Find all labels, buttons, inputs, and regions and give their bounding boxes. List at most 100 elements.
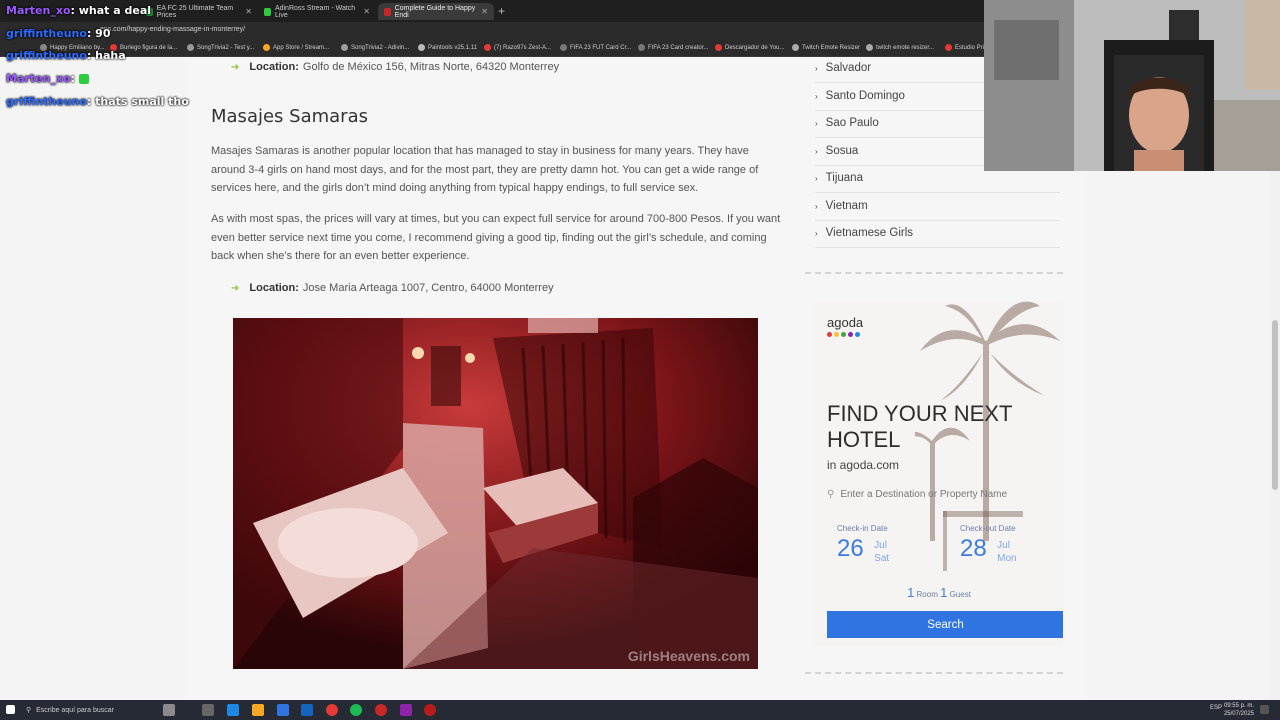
bookmark-item[interactable]: SongTrivia2 - Adivin... bbox=[341, 44, 409, 51]
article-paragraph: As with most spas, the prices will vary … bbox=[211, 213, 781, 262]
bookmark-favicon-icon bbox=[341, 44, 348, 51]
store-icon[interactable] bbox=[277, 704, 289, 716]
photo-watermark: GirlsHeavens.com bbox=[627, 648, 750, 664]
agoda-logo[interactable]: agoda bbox=[827, 315, 863, 330]
chat-text: : haha bbox=[86, 49, 126, 62]
sidebar-item-label: Salvador bbox=[825, 62, 872, 75]
chevron-right-icon: › bbox=[815, 91, 818, 101]
bookmark-item[interactable]: FIFA 23 FUT Card Cr... bbox=[560, 44, 631, 51]
app-icon[interactable] bbox=[424, 704, 436, 716]
clock-date: 25/07/2025 bbox=[1223, 711, 1254, 717]
chat-message: griffintheuno: 90 bbox=[6, 27, 110, 40]
obs-icon[interactable] bbox=[375, 704, 387, 716]
logo-dot bbox=[827, 332, 832, 337]
close-icon[interactable]: ✕ bbox=[363, 7, 370, 16]
search-icon: ⚲ bbox=[827, 489, 835, 500]
bookmark-item[interactable]: twitch emote resizer... bbox=[866, 44, 934, 51]
tab-ea-fc[interactable]: EA FC 25 Ultimate Team Prices ✕ bbox=[140, 3, 258, 20]
bookmark-item[interactable]: FIFA 23 Card creator... bbox=[638, 44, 708, 51]
bookmark-label: FIFA 23 FUT Card Cr... bbox=[570, 44, 632, 51]
checkin-month-weekday: Jul Sat bbox=[874, 539, 889, 565]
tab-complete-guide[interactable]: Complete Guide to Happy Endi ✕ bbox=[378, 3, 494, 20]
bookmark-label: Buriego figura de la... bbox=[120, 44, 178, 51]
chat-message: griffintheuno: haha bbox=[6, 49, 126, 62]
location-value: Jose Maria Arteaga 1007, Centro, 64000 M… bbox=[302, 282, 554, 294]
file-explorer-icon[interactable] bbox=[252, 704, 264, 716]
chat-username: Marten_xo bbox=[6, 4, 71, 17]
bookmark-item[interactable]: Descargador de You... bbox=[715, 44, 784, 51]
sidebar-item-vietnamese-girls[interactable]: › Vietnamese Girls bbox=[815, 220, 1060, 248]
scrollbar-thumb[interactable] bbox=[1272, 320, 1278, 490]
chat-text: : thats small tho bbox=[86, 95, 189, 108]
windows-start-icon[interactable] bbox=[6, 705, 15, 714]
checkin-day: 26 bbox=[837, 535, 864, 562]
chat-username: griffintheuno bbox=[6, 49, 87, 62]
bookmark-item[interactable]: App Store / Stream... bbox=[263, 44, 329, 51]
spa-room-photo: GirlsHeavens.com bbox=[233, 318, 758, 669]
taskbar-search-input[interactable]: ⚲ Escribe aquí para buscar bbox=[26, 700, 156, 720]
bookmark-item[interactable]: Paintools v25.1.11 bbox=[418, 44, 477, 51]
ad-subheadline: in agoda.com bbox=[827, 458, 900, 472]
bookmark-label: Estudio Pri bbox=[955, 44, 985, 51]
agoda-logo-dots bbox=[827, 332, 860, 337]
chat-username: Marten_xo bbox=[6, 72, 71, 85]
bookmark-favicon-icon bbox=[945, 44, 952, 51]
clock[interactable]: 09:55 p. m. 25/07/2025 bbox=[1224, 702, 1254, 718]
bookmark-favicon-icon bbox=[418, 44, 425, 51]
bookmark-label: twitch emote resizer... bbox=[876, 44, 935, 51]
twitch-icon[interactable] bbox=[400, 704, 412, 716]
bookmark-item[interactable]: Twitch Emote Resizer bbox=[792, 44, 860, 51]
sidebar-item-label: Santo Domingo bbox=[825, 90, 905, 103]
checkout-month-weekday: Jul Mon bbox=[997, 539, 1016, 565]
language-indicator[interactable]: ESP bbox=[1210, 705, 1222, 711]
bookmark-item[interactable]: Estudio Pri bbox=[945, 44, 984, 51]
close-icon[interactable]: ✕ bbox=[481, 7, 488, 16]
destination-placeholder: Enter a Destination or Property Name bbox=[840, 489, 1008, 500]
logo-dot bbox=[841, 332, 846, 337]
chevron-right-icon: › bbox=[815, 118, 818, 128]
bookmark-label: SongTrivia2 - Test y... bbox=[197, 44, 255, 51]
agoda-ad[interactable]: agoda FIND YOUR NEXT HOTEL in agoda.com … bbox=[815, 301, 1063, 647]
bookmark-favicon-icon bbox=[866, 44, 873, 51]
profile-icon[interactable] bbox=[163, 704, 175, 716]
ad-headline: FIND YOUR NEXT HOTEL bbox=[827, 401, 1012, 452]
outlook-icon[interactable] bbox=[301, 704, 313, 716]
tab-favicon-icon bbox=[384, 7, 391, 16]
tab-adinross[interactable]: AdinRoss Stream - Watch Live ✕ bbox=[258, 3, 376, 20]
notification-icon[interactable] bbox=[1260, 705, 1269, 714]
new-tab-icon[interactable]: + bbox=[498, 4, 505, 18]
chat-username: griffintheuno bbox=[6, 27, 87, 40]
sidebar-item-label: Vietnam bbox=[825, 200, 868, 213]
sidebar-item-vietnam[interactable]: › Vietnam bbox=[815, 193, 1060, 221]
chat-text: : bbox=[70, 72, 75, 85]
logo-dot bbox=[848, 332, 853, 337]
close-icon[interactable]: ✕ bbox=[245, 7, 252, 16]
destination-search-input[interactable]: ⚲ Enter a Destination or Property Name bbox=[827, 489, 1007, 500]
webcam-scene bbox=[984, 0, 1280, 171]
chevron-right-icon: › bbox=[815, 63, 818, 73]
bookmark-favicon-icon bbox=[792, 44, 799, 51]
url-text[interactable]: ens.com/happy-ending-massage-in-monterre… bbox=[100, 26, 245, 33]
chrome-icon[interactable] bbox=[326, 704, 338, 716]
checkout-date[interactable]: Check-out Date 28 Jul Mon bbox=[960, 524, 1017, 566]
bookmark-item[interactable]: SongTrivia2 - Test y... bbox=[187, 44, 254, 51]
checkout-label: Check-out Date bbox=[960, 524, 1016, 533]
article-paragraph: Masajes Samaras is another popular locat… bbox=[211, 145, 759, 194]
sidebar-item-label: Sao Paulo bbox=[825, 117, 879, 130]
bookmark-label: Descargador de You... bbox=[725, 44, 785, 51]
bookmark-favicon-icon bbox=[715, 44, 722, 51]
taskbar-search-placeholder: Escribe aquí para buscar bbox=[36, 706, 114, 714]
bookmark-item[interactable]: (7) Razo97s Zest-A... bbox=[484, 44, 551, 51]
checkout-weekday: Mon bbox=[997, 553, 1017, 564]
spotify-icon[interactable] bbox=[350, 704, 362, 716]
checkin-date[interactable]: Check-in Date 26 Jul Sat bbox=[837, 524, 889, 566]
rooms-guests-selector[interactable]: 1 Room 1 Guest bbox=[815, 585, 1063, 600]
tab-label: EA FC 25 Ultimate Team Prices bbox=[156, 4, 234, 19]
search-button[interactable]: Search bbox=[827, 611, 1063, 638]
chat-text: : 90 bbox=[86, 27, 111, 40]
task-view-icon[interactable] bbox=[202, 704, 214, 716]
bookmark-label: App Store / Stream... bbox=[273, 44, 330, 51]
edge-icon[interactable] bbox=[227, 704, 239, 716]
arrow-right-icon: ➜ bbox=[231, 282, 240, 294]
emote-icon bbox=[78, 74, 89, 84]
